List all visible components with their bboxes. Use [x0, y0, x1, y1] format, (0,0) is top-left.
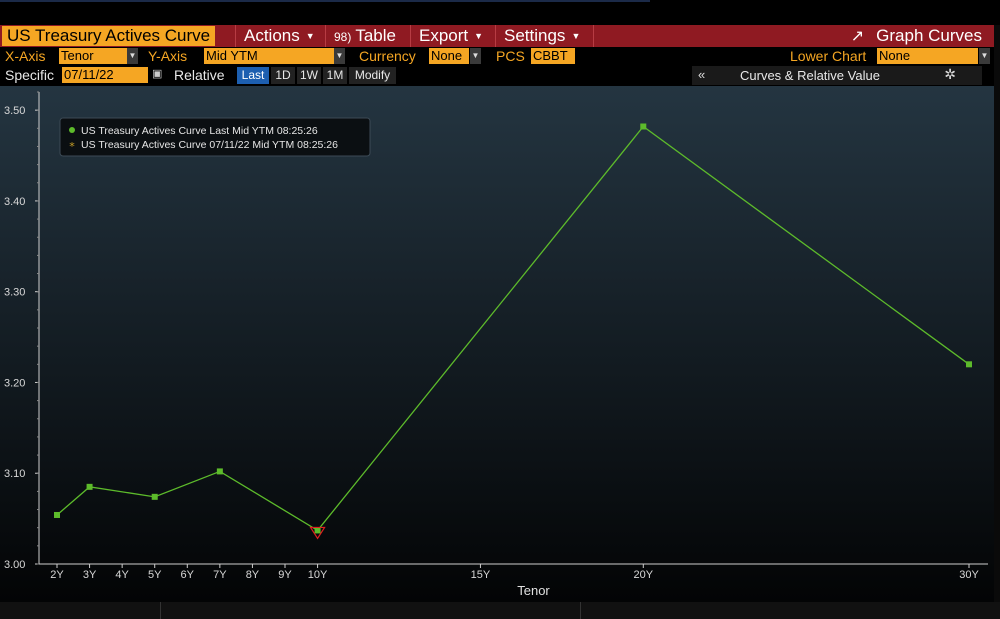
chevron-down-icon[interactable]: ▼ [979, 48, 990, 64]
x-tick-label: 3Y [83, 569, 97, 581]
x-tick-label: 7Y [213, 569, 227, 581]
lower-chart-label: Lower Chart [790, 48, 867, 64]
modify-button[interactable]: Modify [349, 67, 396, 84]
chevron-down-icon[interactable]: ▼ [470, 48, 481, 64]
x-tick-label: 8Y [246, 569, 260, 581]
caret-down-icon: ▼ [474, 31, 484, 41]
export-label: Export [419, 26, 469, 45]
gear-icon[interactable]: ✲ [944, 66, 956, 83]
xaxis-label: X-Axis [5, 48, 46, 64]
data-point [966, 361, 972, 368]
data-point [216, 468, 223, 475]
date-controls-row: Specific 07/11/22 ▣ Relative Last 1D 1W … [0, 66, 994, 85]
menu-divider [593, 25, 594, 47]
data-point [314, 527, 321, 534]
curves-panel-bar: « Curves & Relative Value ✲ [692, 66, 982, 85]
chevron-down-icon[interactable]: ▼ [127, 48, 138, 64]
axis-controls-row: X-Axis Tenor ▼ Y-Axis Mid YTM ▼ Currency… [0, 47, 994, 66]
x-axis-title: Tenor [517, 583, 550, 598]
data-point [86, 483, 93, 490]
top-strip [0, 0, 1000, 25]
calendar-icon[interactable]: ▣ [152, 67, 162, 80]
x-tick-label: 30Y [959, 569, 979, 581]
period-1d-button[interactable]: 1D [271, 67, 295, 84]
pcs-label: PCS [496, 48, 525, 64]
data-point [151, 493, 158, 500]
actions-label: Actions [244, 26, 300, 45]
xaxis-select[interactable]: Tenor [59, 48, 127, 64]
table-label: Table [355, 26, 396, 45]
status-bar [0, 602, 1000, 619]
pcs-field[interactable]: CBBT [531, 48, 575, 64]
actions-button[interactable]: Actions ▼ [235, 25, 326, 47]
chevron-down-icon[interactable]: ▼ [334, 48, 345, 64]
caret-down-icon: ▼ [305, 31, 315, 41]
currency-label: Currency [359, 48, 416, 64]
x-tick-label: 20Y [633, 569, 653, 581]
caret-down-icon: ▼ [571, 31, 581, 41]
y-tick-label: 3.00 [4, 559, 25, 571]
currency-select[interactable]: None [429, 48, 469, 64]
x-tick-label: 10Y [308, 569, 328, 581]
period-1w-button[interactable]: 1W [297, 67, 321, 84]
x-tick-label: 2Y [50, 569, 64, 581]
menu-bar: US Treasury Actives Curve Actions ▼ 98) Ta… [0, 25, 994, 47]
data-point [54, 511, 60, 518]
chart-background [0, 86, 994, 602]
y-tick-label: 3.40 [4, 196, 25, 208]
specific-date-input[interactable]: 07/11/22 [62, 67, 148, 83]
y-tick-label: 3.20 [4, 377, 25, 389]
legend-entry-last: US Treasury Actives Curve Last Mid YTM 0… [81, 125, 318, 137]
settings-label: Settings [504, 26, 566, 45]
double-chevron-left-icon[interactable]: « [698, 67, 705, 82]
x-tick-label: 5Y [148, 569, 162, 581]
export-button[interactable]: Export ▼ [410, 25, 497, 47]
period-last-button[interactable]: Last [237, 67, 269, 84]
relative-label: Relative [174, 67, 225, 83]
y-tick-label: 3.30 [4, 287, 25, 299]
status-divider [580, 602, 581, 619]
legend-dot-icon [69, 127, 75, 133]
curves-panel-title: Curves & Relative Value [740, 68, 880, 83]
x-tick-label: 9Y [278, 569, 292, 581]
y-tick-label: 3.10 [4, 468, 25, 480]
specific-label: Specific [5, 67, 55, 83]
settings-button[interactable]: Settings ▼ [495, 25, 596, 47]
right-edge-strip [994, 25, 1000, 602]
x-tick-label: 15Y [471, 569, 491, 581]
graph-curves-button[interactable]: ↗ Graph Curves [851, 25, 982, 47]
page-title: US Treasury Actives Curve [2, 26, 216, 46]
legend: US Treasury Actives Curve Last Mid YTM 0… [59, 117, 371, 157]
lower-chart-select[interactable]: None [877, 48, 978, 64]
table-button[interactable]: 98) Table [325, 25, 412, 47]
yield-curve-chart: 3.00 3.10 3.20 3.30 3.40 3.50 2Y 3Y 4Y 5Y 6Y 7Y 8Y 9Y… [0, 86, 994, 602]
yaxis-label: Y-Axis [148, 48, 188, 64]
yaxis-select[interactable]: Mid YTM [204, 48, 334, 64]
x-tick-label: 6Y [181, 569, 195, 581]
graph-curves-label: Graph Curves [876, 26, 982, 45]
data-point [640, 123, 647, 130]
external-link-icon: ↗ [850, 28, 865, 45]
status-divider [160, 602, 161, 619]
x-tick-label: 4Y [115, 569, 129, 581]
legend-entry-dated: US Treasury Actives Curve 07/11/22 Mid Y… [81, 139, 338, 151]
period-1m-button[interactable]: 1M [323, 67, 347, 84]
top-divider [0, 0, 650, 2]
legend-star-icon: * [69, 140, 75, 153]
y-tick-label: 3.50 [4, 105, 25, 117]
table-shortcut-label: 98) [334, 30, 352, 44]
